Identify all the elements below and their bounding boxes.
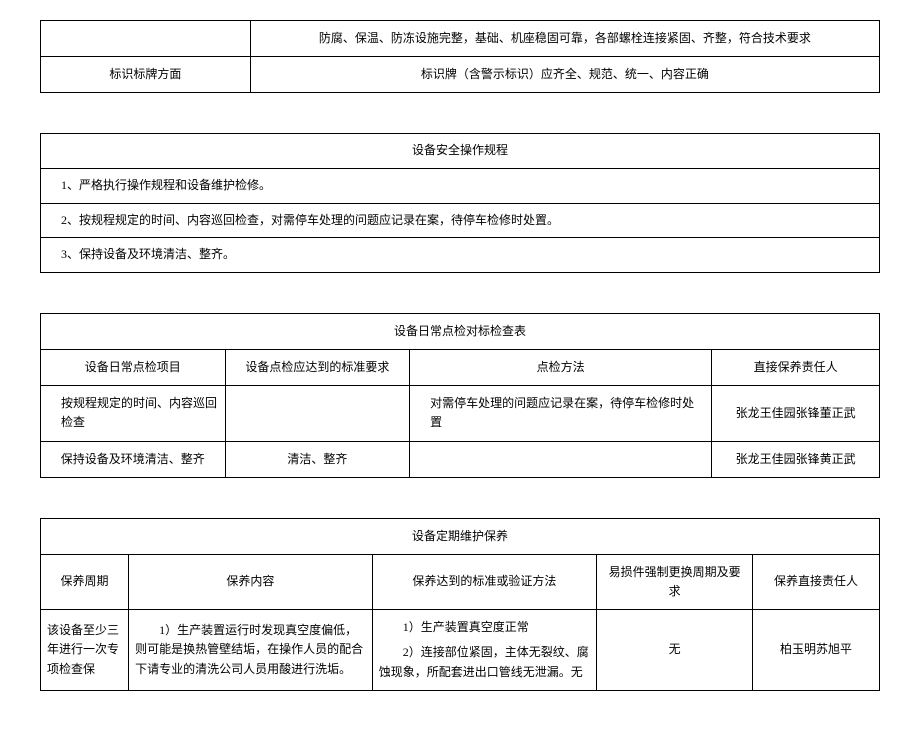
table-row: 该设备至少三年进行一次专项检查保 1）生产装置运行时发现真空度偏低，则可能是换热… [41, 610, 880, 691]
maintenance-title: 设备定期维护保养 [41, 518, 880, 554]
table-header: 设备定期维护保养 [41, 518, 880, 554]
cell-cycle: 该设备至少三年进行一次专项检查保 [41, 610, 129, 691]
cell [225, 386, 410, 441]
table-row: 标识标牌方面 标识牌（含警示标识）应齐全、规范、统一、内容正确 [41, 57, 880, 93]
cell-facility-req: 防腐、保温、防冻设施完整，基础、机座稳固可靠，各部螺栓连接紧固、齐整，符合技术要… [250, 21, 879, 57]
cell-empty [41, 21, 251, 57]
col-person: 直接保养责任人 [712, 349, 880, 385]
col-method: 点检方法 [410, 349, 712, 385]
table-row: 1、严格执行操作规程和设备维护检修。 [41, 168, 880, 203]
table-header-row: 设备日常点检项目 设备点检应达到的标准要求 点检方法 直接保养责任人 [41, 349, 880, 385]
cell: 对需停车处理的问题应记录在案，待停车检修时处置 [410, 386, 712, 441]
col-content: 保养内容 [129, 554, 373, 609]
procedure-title: 设备安全操作规程 [41, 134, 880, 169]
cell-replace: 无 [597, 610, 753, 691]
procedure-item-2: 2、按规程规定的时间、内容巡回检查，对需停车处理的问题应记录在案，待停车检修时处… [41, 203, 880, 238]
table-header-row: 保养周期 保养内容 保养达到的标准或验证方法 易损件强制更换周期及要求 保养直接… [41, 554, 880, 609]
procedure-item-1: 1、严格执行操作规程和设备维护检修。 [41, 168, 880, 203]
col-person: 保养直接责任人 [753, 554, 880, 609]
cell-person: 柏玉明苏旭平 [753, 610, 880, 691]
table-row: 防腐、保温、防冻设施完整，基础、机座稳固可靠，各部螺栓连接紧固、齐整，符合技术要… [41, 21, 880, 57]
maintenance-table: 设备定期维护保养 保养周期 保养内容 保养达到的标准或验证方法 易损件强制更换周… [40, 518, 880, 691]
table-row: 按规程规定的时间、内容巡回检查 对需停车处理的问题应记录在案，待停车检修时处置 … [41, 386, 880, 441]
verify-line-1: 1）生产装置真空度正常 [379, 618, 590, 637]
table-row: 2、按规程规定的时间、内容巡回检查，对需停车处理的问题应记录在案，待停车检修时处… [41, 203, 880, 238]
cell: 清洁、整齐 [225, 441, 410, 477]
table-row: 3、保持设备及环境清洁、整齐。 [41, 238, 880, 273]
cell-sign-aspect: 标识标牌方面 [41, 57, 251, 93]
cell: 张龙王佳园张锋董正武 [712, 386, 880, 441]
col-item: 设备日常点检项目 [41, 349, 226, 385]
col-cycle: 保养周期 [41, 554, 129, 609]
col-standard: 设备点检应达到的标准要求 [225, 349, 410, 385]
table-header: 设备日常点检对标检查表 [41, 313, 880, 349]
col-replace: 易损件强制更换周期及要求 [597, 554, 753, 609]
cell-content: 1）生产装置运行时发现真空度偏低，则可能是换热管壁结垢，在操作人员的配合下请专业… [129, 610, 373, 691]
verify-line-2: 2）连接部位紧固，主体无裂纹、腐蚀现象，所配套进出口管线无泄漏。无 [379, 643, 590, 681]
col-verify: 保养达到的标准或验证方法 [372, 554, 596, 609]
cell-verify: 1）生产装置真空度正常 2）连接部位紧固，主体无裂纹、腐蚀现象，所配套进出口管线… [372, 610, 596, 691]
inspection-title: 设备日常点检对标检查表 [41, 313, 880, 349]
cell [410, 441, 712, 477]
cell: 张龙王佳园张锋黄正武 [712, 441, 880, 477]
procedure-item-3: 3、保持设备及环境清洁、整齐。 [41, 238, 880, 273]
cell-sign-req: 标识牌（含警示标识）应齐全、规范、统一、内容正确 [250, 57, 879, 93]
daily-inspection-table: 设备日常点检对标检查表 设备日常点检项目 设备点检应达到的标准要求 点检方法 直… [40, 313, 880, 478]
standards-table: 防腐、保温、防冻设施完整，基础、机座稳固可靠，各部螺栓连接紧固、齐整，符合技术要… [40, 20, 880, 93]
cell: 保持设备及环境清洁、整齐 [41, 441, 226, 477]
table-row: 保持设备及环境清洁、整齐 清洁、整齐 张龙王佳园张锋黄正武 [41, 441, 880, 477]
procedure-table: 设备安全操作规程 1、严格执行操作规程和设备维护检修。 2、按规程规定的时间、内… [40, 133, 880, 272]
cell: 按规程规定的时间、内容巡回检查 [41, 386, 226, 441]
table-header: 设备安全操作规程 [41, 134, 880, 169]
